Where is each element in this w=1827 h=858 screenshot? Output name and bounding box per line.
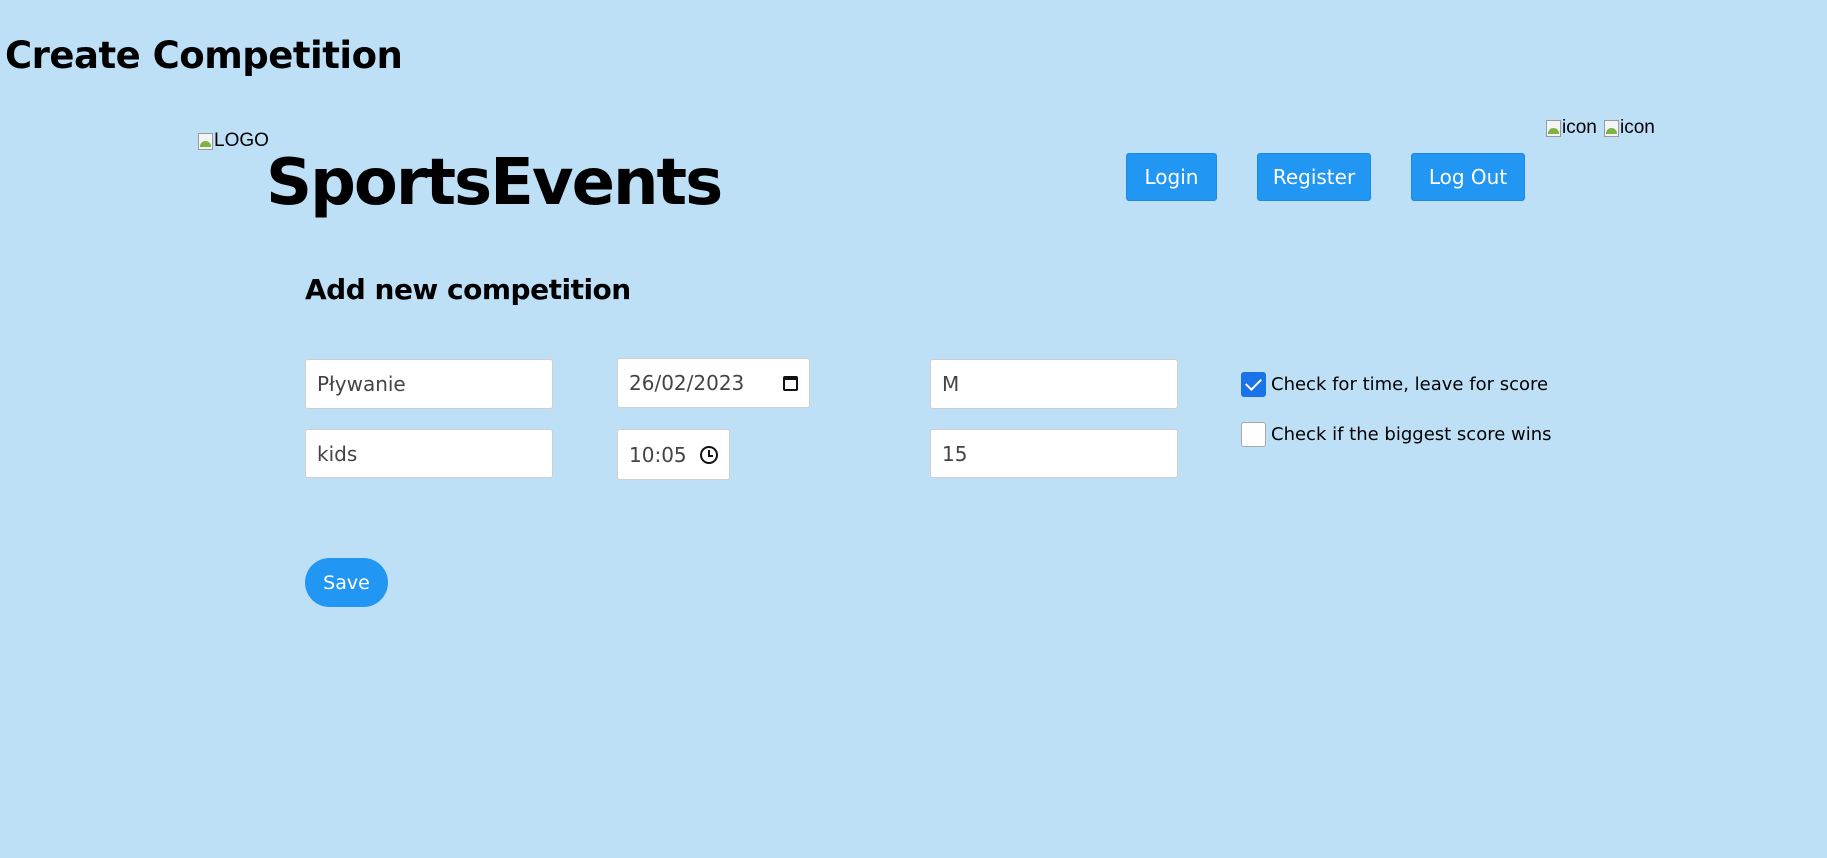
register-button[interactable]: Register [1257, 153, 1371, 201]
form-heading: Add new competition [305, 273, 631, 306]
biggest-score-option[interactable]: Check if the biggest score wins [1241, 422, 1552, 447]
time-score-label: Check for time, leave for score [1271, 373, 1549, 395]
header-icon-1[interactable]: icon [1545, 117, 1597, 139]
logo-alt-text: LOGO [214, 130, 269, 151]
category-input[interactable] [305, 429, 553, 478]
broken-image-icon [197, 132, 213, 150]
icon-alt-text: icon [1562, 117, 1597, 138]
header-icon-2[interactable]: icon [1603, 117, 1655, 139]
limit-input[interactable] [930, 429, 1178, 478]
clock-icon[interactable] [700, 445, 718, 464]
date-input[interactable]: 26/02/2023 [617, 358, 810, 408]
calendar-icon[interactable] [783, 375, 798, 391]
gender-input[interactable] [930, 359, 1178, 409]
icon-alt-text: icon [1620, 117, 1655, 138]
discipline-input[interactable] [305, 359, 553, 409]
page-title: Create Competition [5, 34, 403, 77]
logo-image[interactable]: LOGO [197, 130, 269, 152]
save-button[interactable]: Save [305, 558, 388, 607]
login-button[interactable]: Login [1126, 153, 1217, 201]
broken-image-icon [1603, 119, 1619, 137]
logout-button[interactable]: Log Out [1411, 153, 1525, 201]
time-input[interactable]: 10:05 [617, 429, 730, 480]
time-value: 10:05 [629, 442, 687, 467]
biggest-score-label: Check if the biggest score wins [1271, 423, 1552, 445]
biggest-score-checkbox[interactable] [1241, 422, 1266, 447]
brand-name[interactable]: SportsEvents [266, 138, 723, 228]
date-value: 26/02/2023 [629, 371, 745, 395]
time-score-option[interactable]: Check for time, leave for score [1241, 372, 1548, 397]
time-score-checkbox[interactable] [1241, 372, 1266, 397]
broken-image-icon [1545, 119, 1561, 137]
